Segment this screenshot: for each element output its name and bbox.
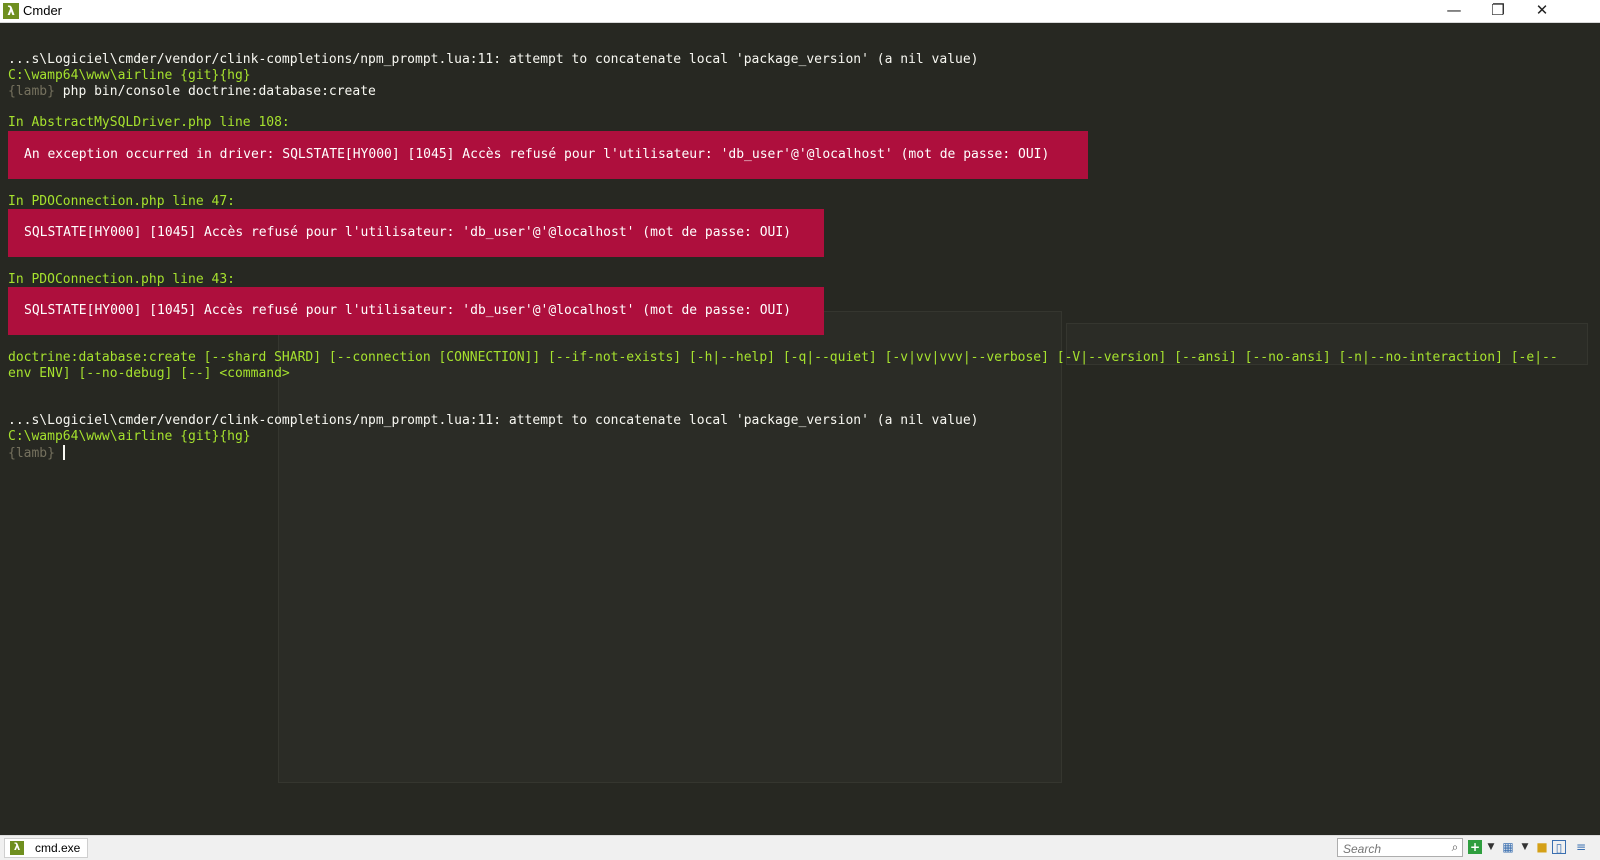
lock-icon[interactable]: ■ [1535,840,1549,854]
text-cursor [62,445,65,460]
search-icon[interactable]: ⌕ [1448,840,1462,854]
clink-error-line: ...s\Logiciel\cmder/vendor/clink-complet… [8,413,979,428]
close-button[interactable]: ✕ [1520,0,1564,22]
dropdown-icon[interactable]: ▼ [1484,840,1498,854]
menu-icon[interactable]: ≡ [1574,840,1588,854]
error-message-block: SQLSTATE[HY000] [1045] Accès refusé pour… [8,209,824,257]
dropdown-icon[interactable]: ▼ [1518,840,1532,854]
cmder-lambda-icon: λ [3,3,19,19]
window-title: Cmder [23,3,63,18]
usage-line: env ENV] [--no-debug] [--] <command> [8,366,290,381]
cmder-lambda-icon: λ [10,841,24,855]
error-header: In PDOConnection.php line 43: [8,272,235,287]
clink-error-line: ...s\Logiciel\cmder/vendor/clink-complet… [8,52,979,67]
layout-icon[interactable]: ▦ [1501,840,1515,854]
error-message-block: SQLSTATE[HY000] [1045] Accès refusé pour… [8,287,824,335]
prompt-path: C:\wamp64\www\airline {git}{hg} [8,68,251,83]
error-header: In AbstractMySQLDriver.php line 108: [8,115,290,130]
search-input[interactable] [1337,838,1463,857]
restore-button[interactable]: ❐ [1476,0,1520,22]
lamb-prompt: {lamb} [8,84,63,99]
error-header: In PDOConnection.php line 47: [8,194,235,209]
status-bar: λ cmd.exe ⌕ + ▼ ▦ ▼ ■ ▯ ≡ [0,835,1600,860]
background-window-ghost [278,311,1062,783]
error-message-block: An exception occurred in driver: SQLSTAT… [8,131,1088,179]
active-prompt-line[interactable]: {lamb} [8,445,65,462]
title-bar: λ Cmder — ❐ ✕ [0,0,1600,23]
new-console-icon[interactable]: + [1468,840,1482,854]
tab-label: cmd.exe [35,841,81,855]
tab-cmd-exe[interactable]: λ cmd.exe [4,838,88,858]
command-text: php bin/console doctrine:database:create [62,84,376,99]
command-line: {lamb} php bin/console doctrine:database… [8,84,376,100]
prompt-path: C:\wamp64\www\airline {git}{hg} [8,429,251,444]
usage-line: doctrine:database:create [--shard SHARD]… [8,350,1558,365]
console-output[interactable]: ...s\Logiciel\cmder/vendor/clink-complet… [0,23,1600,835]
lamb-prompt: {lamb} [8,446,55,461]
minimize-button[interactable]: — [1432,0,1476,22]
tile-icon[interactable]: ▯ [1552,840,1566,855]
